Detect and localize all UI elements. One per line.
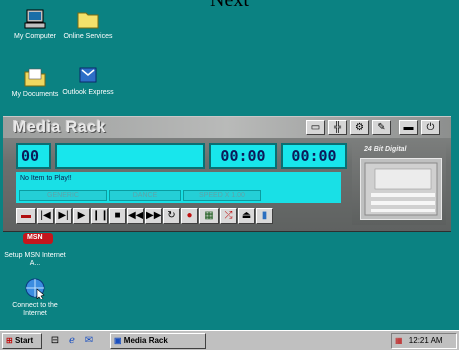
disc-panel: 24 Bit Digital: [352, 143, 446, 225]
taskbar-task-label: Media Rack: [123, 336, 168, 345]
desktop-icon-setup-msn[interactable]: MSN Setup MSN Internet A...: [0, 232, 70, 268]
shuffle-icon: ⤮: [224, 210, 233, 221]
status-text: No Item to Play!!: [20, 175, 72, 182]
disc-tray[interactable]: [360, 158, 442, 220]
internet-explorer-icon[interactable]: ℯ: [64, 334, 80, 348]
desktop-icon-label: Setup MSN Internet A...: [4, 252, 66, 267]
start-button[interactable]: ⊞ Start: [2, 333, 42, 349]
eject-icon: ⏏: [241, 210, 252, 221]
skip-back-icon: |◀: [40, 210, 51, 221]
media-rack-window[interactable]: Media Rack ▭ ╬ ⚙ ✎ ▬ ⏻ 00 00:00 00:00 No…: [3, 116, 451, 232]
windows-logo-icon: ⊞: [6, 336, 13, 345]
pen-icon: ✎: [377, 122, 386, 133]
display-icon: ▭: [310, 122, 321, 133]
taskbar-media-rack-button[interactable]: ▣ Media Rack: [110, 333, 206, 349]
mixer-button[interactable]: ╬: [328, 120, 347, 135]
mode-dance[interactable]: DANCE: [109, 190, 181, 201]
step-back-icon: ▶|: [58, 210, 69, 221]
fast-forward-icon: ▶▶: [146, 210, 162, 221]
skip-back-button[interactable]: |◀: [37, 208, 54, 224]
folder-icon: [76, 8, 100, 30]
title-display: [55, 143, 205, 169]
marker-button[interactable]: ●: [181, 208, 198, 224]
desktop-icon-label: Online Services: [63, 33, 113, 40]
desktop-icon-label: Outlook Express: [62, 89, 114, 96]
pause-button[interactable]: ❙❙: [91, 208, 108, 224]
msn-badge: MSN: [27, 234, 43, 241]
stop-button[interactable]: ■: [109, 208, 126, 224]
msn-icon: MSN: [23, 232, 53, 246]
tools-icon: ⚙: [355, 122, 364, 133]
library-icon: ▦: [204, 210, 214, 221]
rewind-button[interactable]: ◀◀: [127, 208, 144, 224]
connect-internet-icon: [23, 277, 47, 301]
minimize-button[interactable]: ▬: [399, 120, 418, 135]
desktop-icon-connect-internet[interactable]: Connect to the Internet: [0, 277, 70, 318]
show-desktop-icon[interactable]: ⊟: [47, 334, 63, 348]
tools-button[interactable]: ⚙: [350, 120, 369, 135]
elapsed-time-display: 00:00: [209, 143, 277, 169]
record-icon: ▬: [21, 210, 31, 221]
media-rack-title-bar[interactable]: Media Rack ▭ ╬ ⚙ ✎ ▬ ⏻: [3, 117, 451, 138]
start-label: Start: [14, 336, 34, 345]
library-button[interactable]: ▦: [199, 208, 219, 224]
clock: 12:21 AM: [408, 336, 443, 345]
minimize-icon: ▬: [403, 122, 414, 133]
track-number-display: 00: [16, 143, 51, 169]
outlook-quicklaunch-icon[interactable]: ✉: [81, 334, 97, 348]
desktop-icon-outlook-express[interactable]: Outlook Express: [53, 64, 123, 97]
eject-button[interactable]: ⏏: [238, 208, 255, 224]
digital-label: 24 Bit Digital: [364, 146, 407, 153]
volume-button[interactable]: ▮: [256, 208, 273, 224]
media-rack-title: Media Rack: [13, 119, 107, 136]
shuffle-button[interactable]: ⤮: [220, 208, 237, 224]
disc-tray-graphic: [364, 162, 438, 216]
step-back-button[interactable]: ▶|: [55, 208, 72, 224]
mode-generic[interactable]: GENERIC: [19, 190, 107, 201]
mode-speed[interactable]: SPEED X 1.00: [183, 190, 261, 201]
total-time-display: 00:00: [281, 143, 347, 169]
play-button[interactable]: ▶: [73, 208, 90, 224]
info-panel: No Item to Play!! GENERIC DANCE SPEED X …: [16, 172, 341, 203]
repeat-icon: ↻: [167, 210, 176, 221]
power-button[interactable]: ⏻: [421, 120, 440, 135]
record-button[interactable]: ▬: [16, 208, 36, 224]
rewind-icon: ◀◀: [128, 210, 144, 221]
desktop-icon-label: Connect to the Internet: [12, 302, 58, 317]
display-button[interactable]: ▭: [306, 120, 325, 135]
pen-button[interactable]: ✎: [372, 120, 391, 135]
transport-controls: ▬ |◀ ▶| ▶ ❙❙ ■ ◀◀ ▶▶ ↻ ● ▦ ⤮ ⏏ ▮: [16, 208, 341, 225]
repeat-button[interactable]: ↻: [163, 208, 180, 224]
documents-folder-icon: [23, 66, 47, 88]
taskbar: ⊞ Start ⊟ ℯ ✉ ▣ Media Rack ▦ 12:21 AM: [0, 330, 459, 350]
media-rack-task-icon: ▣: [114, 336, 122, 345]
volume-icon: ▮: [261, 210, 268, 221]
stop-icon: ■: [114, 210, 121, 221]
system-tray: ▦ 12:21 AM: [391, 333, 457, 349]
play-icon: ▶: [77, 210, 86, 221]
mixer-icon: ╬: [333, 122, 342, 133]
fast-forward-button[interactable]: ▶▶: [145, 208, 162, 224]
power-icon: ⏻: [426, 122, 435, 133]
marker-icon: ●: [186, 210, 193, 221]
outlook-express-icon: [76, 64, 100, 86]
network-tray-icon[interactable]: ▦: [392, 336, 403, 345]
desktop-icon-online-services[interactable]: Online Services: [53, 8, 123, 41]
pause-icon: ❙❙: [92, 210, 108, 221]
computer-icon: [23, 8, 47, 30]
